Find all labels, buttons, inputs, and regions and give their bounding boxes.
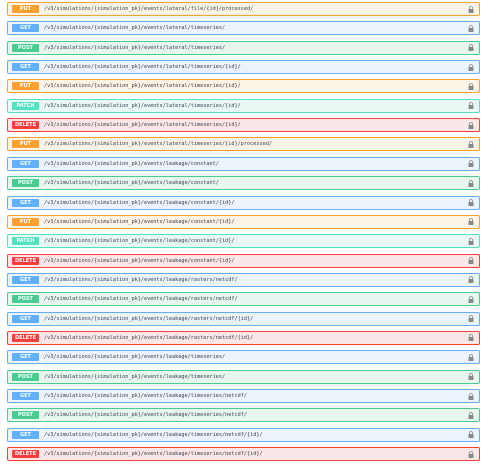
method-badge: GET — [12, 314, 39, 323]
endpoint-path[interactable]: /v3/simulations/{simulation_pk}/events/l… — [44, 354, 466, 360]
operation-row-put[interactable]: PUT/v3/simulations/{simulation_pk}/event… — [7, 214, 480, 229]
operation-row-put[interactable]: PUT/v3/simulations/{simulation_pk}/event… — [7, 79, 480, 94]
operation-row-post[interactable]: POST/v3/simulations/{simulation_pk}/even… — [7, 408, 480, 423]
lock-icon[interactable] — [466, 198, 476, 208]
lock-icon[interactable] — [466, 430, 476, 440]
endpoint-path[interactable]: /v3/simulations/{simulation_pk}/events/l… — [44, 64, 466, 70]
operation-row-get[interactable]: GET/v3/simulations/{simulation_pk}/event… — [7, 350, 480, 365]
method-badge: PUT — [12, 217, 39, 226]
method-badge: DELETE — [12, 450, 39, 459]
endpoint-path[interactable]: /v3/simulations/{simulation_pk}/events/l… — [44, 316, 466, 322]
endpoint-path[interactable]: /v3/simulations/{simulation_pk}/events/l… — [44, 161, 466, 167]
lock-icon[interactable] — [466, 4, 476, 14]
endpoint-path[interactable]: /v3/simulations/{simulation_pk}/events/l… — [44, 83, 466, 89]
operation-row-delete[interactable]: DELETE/v3/simulations/{simulation_pk}/ev… — [7, 447, 480, 462]
method-badge: GET — [12, 392, 39, 400]
operation-row-put[interactable]: PUT/v3/simulations/{simulation_pk}/event… — [7, 2, 480, 16]
method-badge: GET — [12, 198, 39, 207]
operation-row-patch[interactable]: PATCH/v3/simulations/{simulation_pk}/eve… — [7, 98, 480, 113]
operation-row-put[interactable]: PUT/v3/simulations/{simulation_pk}/event… — [7, 137, 480, 152]
method-badge: PATCH — [12, 101, 39, 110]
operation-row-delete[interactable]: DELETE/v3/simulations/{simulation_pk}/ev… — [7, 330, 480, 345]
lock-icon[interactable] — [466, 410, 476, 420]
method-badge: PUT — [12, 5, 39, 13]
method-badge: GET — [12, 159, 39, 168]
lock-icon[interactable] — [466, 372, 476, 382]
lock-icon[interactable] — [466, 333, 476, 343]
endpoint-path[interactable]: /v3/simulations/{simulation_pk}/events/l… — [44, 277, 466, 283]
operation-row-get[interactable]: GET/v3/simulations/{simulation_pk}/event… — [7, 427, 480, 442]
operation-row-get[interactable]: GET/v3/simulations/{simulation_pk}/event… — [7, 21, 480, 36]
method-badge: POST — [12, 295, 39, 304]
endpoint-path[interactable]: /v3/simulations/{simulation_pk}/events/l… — [44, 238, 466, 244]
endpoint-path[interactable]: /v3/simulations/{simulation_pk}/events/l… — [44, 25, 466, 31]
endpoint-path[interactable]: /v3/simulations/{simulation_pk}/events/l… — [44, 296, 466, 302]
endpoint-path[interactable]: /v3/simulations/{simulation_pk}/events/l… — [44, 103, 466, 109]
endpoint-path[interactable]: /v3/simulations/{simulation_pk}/events/l… — [44, 45, 466, 51]
lock-icon[interactable] — [466, 236, 476, 246]
lock-icon[interactable] — [466, 178, 476, 188]
operation-row-post[interactable]: POST/v3/simulations/{simulation_pk}/even… — [7, 40, 480, 55]
operation-row-post[interactable]: POST/v3/simulations/{simulation_pk}/even… — [7, 292, 480, 307]
endpoint-path[interactable]: /v3/simulations/{simulation_pk}/events/l… — [44, 200, 466, 206]
endpoint-path[interactable]: /v3/simulations/{simulation_pk}/events/l… — [44, 412, 466, 418]
endpoint-path[interactable]: /v3/simulations/{simulation_pk}/events/l… — [44, 335, 466, 341]
operation-row-get[interactable]: GET/v3/simulations/{simulation_pk}/event… — [7, 195, 480, 210]
endpoint-path[interactable]: /v3/simulations/{simulation_pk}/events/l… — [44, 141, 466, 147]
operation-row-get[interactable]: GET/v3/simulations/{simulation_pk}/event… — [7, 60, 480, 75]
method-badge: POST — [12, 179, 39, 188]
lock-icon[interactable] — [466, 120, 476, 130]
operation-row-get[interactable]: GET/v3/simulations/{simulation_pk}/event… — [7, 156, 480, 171]
lock-icon[interactable] — [466, 62, 476, 72]
lock-icon[interactable] — [466, 391, 476, 401]
method-badge: GET — [12, 24, 39, 33]
lock-icon[interactable] — [466, 256, 476, 266]
lock-icon[interactable] — [466, 159, 476, 169]
operation-row-get[interactable]: GET/v3/simulations/{simulation_pk}/event… — [7, 311, 480, 326]
method-badge: GET — [12, 353, 39, 362]
endpoint-path[interactable]: /v3/simulations/{simulation_pk}/events/l… — [44, 393, 466, 399]
operation-row-get[interactable]: GET/v3/simulations/{simulation_pk}/event… — [7, 389, 480, 403]
endpoint-path[interactable]: /v3/simulations/{simulation_pk}/events/l… — [44, 258, 466, 264]
operation-row-post[interactable]: POST/v3/simulations/{simulation_pk}/even… — [7, 369, 480, 384]
operation-row-delete[interactable]: DELETE/v3/simulations/{simulation_pk}/ev… — [7, 253, 480, 268]
method-badge: DELETE — [12, 333, 39, 342]
operation-row-get[interactable]: GET/v3/simulations/{simulation_pk}/event… — [7, 272, 480, 287]
method-badge: PUT — [12, 140, 39, 149]
operation-row-post[interactable]: POST/v3/simulations/{simulation_pk}/even… — [7, 176, 480, 191]
method-badge: PATCH — [12, 237, 39, 246]
endpoint-path[interactable]: /v3/simulations/{simulation_pk}/events/l… — [44, 180, 466, 186]
method-badge: GET — [12, 430, 39, 439]
operation-row-patch[interactable]: PATCH/v3/simulations/{simulation_pk}/eve… — [7, 234, 480, 249]
lock-icon[interactable] — [466, 23, 476, 33]
lock-icon[interactable] — [466, 217, 476, 227]
endpoint-path[interactable]: /v3/simulations/{simulation_pk}/events/l… — [44, 451, 466, 457]
lock-icon[interactable] — [466, 101, 476, 111]
lock-icon[interactable] — [466, 352, 476, 362]
lock-icon[interactable] — [466, 314, 476, 324]
method-badge: DELETE — [12, 121, 39, 130]
lock-icon[interactable] — [466, 139, 476, 149]
lock-icon[interactable] — [466, 275, 476, 285]
endpoint-path[interactable]: /v3/simulations/{simulation_pk}/events/l… — [44, 374, 466, 380]
method-badge: PUT — [12, 82, 39, 91]
endpoint-path[interactable]: /v3/simulations/{simulation_pk}/events/l… — [44, 6, 466, 12]
method-badge: POST — [12, 411, 39, 420]
method-badge: POST — [12, 43, 39, 52]
endpoint-path[interactable]: /v3/simulations/{simulation_pk}/events/l… — [44, 122, 466, 128]
lock-icon[interactable] — [466, 81, 476, 91]
endpoint-path[interactable]: /v3/simulations/{simulation_pk}/events/l… — [44, 219, 466, 225]
method-badge: DELETE — [12, 256, 39, 265]
method-badge: POST — [12, 372, 39, 381]
lock-icon[interactable] — [466, 294, 476, 304]
method-badge: GET — [12, 63, 39, 72]
endpoint-path[interactable]: /v3/simulations/{simulation_pk}/events/l… — [44, 432, 466, 438]
lock-icon[interactable] — [466, 449, 476, 459]
lock-icon[interactable] — [466, 43, 476, 53]
operation-row-delete[interactable]: DELETE/v3/simulations/{simulation_pk}/ev… — [7, 118, 480, 133]
method-badge: GET — [12, 275, 39, 284]
